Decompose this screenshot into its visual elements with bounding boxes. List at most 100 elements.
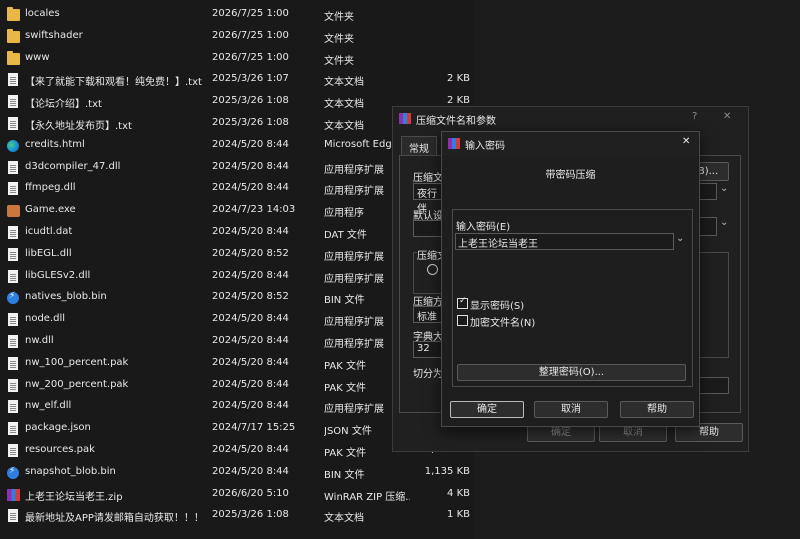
file-type: BIN 文件: [324, 469, 365, 481]
password-label: 输入密码(E): [456, 222, 511, 233]
document-icon: [8, 269, 18, 283]
method-combo[interactable]: 标准: [413, 306, 443, 323]
method-value: 标准: [417, 312, 437, 323]
file-date: 2024/5/20 8:44: [212, 313, 289, 325]
encrypt-names-label[interactable]: 加密文件名(N): [470, 314, 535, 329]
file-date: 2024/5/20 8:44: [212, 356, 289, 368]
edge-icon: [7, 139, 19, 152]
file-row[interactable]: 上老王论坛当老王.zip 2026/6/20 5:10 WinRAR ZIP 压缩.…: [0, 484, 474, 506]
check-icon: ✓: [459, 296, 467, 306]
file-date: 2024/5/20 8:52: [212, 291, 289, 303]
password-dialog-icon: [448, 138, 460, 149]
file-row[interactable]: snapshot_blob.bin 2024/5/20 8:44 BIN 文件 1,1…: [0, 462, 474, 484]
browse-button-label: B)...: [697, 166, 719, 177]
split-label: 切分为: [413, 369, 443, 380]
organize-passwords-button[interactable]: 整理密码(O)...: [457, 364, 686, 381]
file-name: icudtl.dat: [25, 226, 73, 237]
show-password-label[interactable]: 显示密码(S): [470, 297, 524, 312]
file-name: node.dll: [25, 313, 66, 325]
chevron-down-icon[interactable]: ⌄: [720, 217, 728, 228]
file-row[interactable]: www 2026/7/25 1:00 文件夹: [0, 48, 474, 70]
game-exe-icon: [7, 205, 20, 218]
file-size: 2 KB: [447, 95, 470, 107]
document-icon: [8, 73, 18, 87]
file-row[interactable]: swiftshader 2026/7/25 1:00 文件夹: [0, 26, 474, 48]
file-name: 【论坛介绍】.txt: [25, 99, 102, 111]
folder-icon: [7, 28, 20, 43]
file-size: 1,135 KB: [424, 465, 470, 477]
file-date: 2024/7/23 14:03: [212, 204, 296, 216]
password-input[interactable]: 上老王论坛当老王: [455, 233, 674, 250]
file-name: resources.pak: [25, 444, 95, 455]
file-date: 2025/3/26 1:07: [212, 73, 289, 85]
file-name: www: [25, 51, 50, 63]
file-name: natives_blob.bin: [25, 291, 107, 303]
winrar-zip-icon: [7, 488, 20, 501]
file-date: 2024/5/20 8:44: [212, 160, 289, 172]
password-dialog-title: 输入密码: [465, 141, 505, 152]
document-icon: [8, 378, 18, 392]
default-profile-combo[interactable]: [413, 220, 443, 237]
file-row[interactable]: locales 2026/7/25 1:00 文件夹: [0, 4, 474, 26]
file-name: snapshot_blob.bin: [25, 465, 116, 477]
file-date: 2025/3/26 1:08: [212, 95, 289, 107]
file-date: 2025/3/26 1:08: [212, 509, 289, 521]
file-type: 文件夹: [324, 55, 354, 67]
file-row[interactable]: 最新地址及APP请发邮箱自动获取！！！.... 2025/3/26 1:08 文本文…: [0, 505, 474, 527]
password-ok-button[interactable]: 确定: [450, 401, 524, 418]
file-date: 2024/5/20 8:44: [212, 226, 289, 237]
file-name: libGLESv2.dll: [25, 269, 91, 281]
file-name: credits.html: [25, 138, 85, 150]
dictionary-combo[interactable]: 32: [413, 341, 443, 358]
archive-close-icon[interactable]: ✕: [723, 111, 731, 122]
folder-icon: [7, 50, 20, 65]
password-body: 带密码压缩 输入密码(E) 上老王论坛当老王 ⌄ ✓ 显示密码(S) 加密文件名…: [442, 155, 699, 426]
archive-name-field[interactable]: 夜行伴: [413, 183, 443, 215]
tab-general-label: 常规: [409, 144, 429, 155]
document-icon: [8, 313, 18, 327]
file-date: 2024/5/20 8:44: [212, 400, 289, 412]
file-date: 2026/7/25 1:00: [212, 51, 289, 63]
help-icon[interactable]: ?: [692, 111, 697, 122]
file-name: nw.dll: [25, 335, 54, 346]
document-icon: [8, 226, 18, 239]
file-date: 2024/7/17 15:25: [212, 422, 296, 434]
format-radio[interactable]: [427, 264, 438, 275]
dictionary-value: 32: [417, 343, 430, 354]
tab-general[interactable]: 常规: [401, 136, 437, 155]
password-help-button[interactable]: 帮助: [620, 401, 694, 418]
file-size: 1 KB: [447, 509, 470, 521]
file-date: 2024/5/20 8:44: [212, 378, 289, 390]
password-cancel-button[interactable]: 取消: [534, 401, 608, 418]
document-icon: [8, 335, 18, 348]
file-name: d3dcompiler_47.dll: [25, 160, 121, 172]
document-icon: [8, 356, 18, 370]
chevron-down-icon[interactable]: ⌄: [720, 183, 728, 194]
show-password-checkbox[interactable]: ✓: [457, 296, 468, 309]
file-name: nw_elf.dll: [25, 400, 72, 412]
file-name: 上老王论坛当老王.zip: [25, 491, 123, 503]
file-date: 2024/5/20 8:44: [212, 444, 289, 455]
password-value: 上老王论坛当老王: [458, 239, 538, 250]
file-date: 2024/5/20 8:44: [212, 269, 289, 281]
file-name: 【永久地址发布页】.txt: [25, 121, 132, 132]
password-close-icon[interactable]: ✕: [682, 136, 690, 147]
document-icon: [8, 444, 18, 457]
document-icon: [8, 400, 18, 414]
file-name: libEGL.dll: [25, 247, 72, 259]
bin-file-icon: [7, 466, 19, 479]
file-name: package.json: [25, 422, 91, 434]
file-date: 2026/7/25 1:00: [212, 8, 289, 19]
file-name: swiftshader: [25, 29, 83, 41]
file-row[interactable]: 【来了就能下载和观看！纯免费！】.txt 2025/3/26 1:07 文本文档 2 …: [0, 69, 474, 91]
file-name: locales: [25, 8, 60, 19]
file-size: 2 KB: [447, 73, 470, 85]
encrypt-names-checkbox[interactable]: [457, 315, 468, 326]
file-date: 2025/3/26 1:08: [212, 117, 289, 128]
password-heading: 带密码压缩: [545, 170, 596, 181]
file-date: 2024/5/20 8:44: [212, 335, 289, 346]
file-date: 2024/5/20 8:44: [212, 465, 289, 477]
chevron-down-icon[interactable]: ⌄: [676, 233, 684, 244]
document-icon: [8, 509, 18, 523]
document-icon: [8, 247, 18, 261]
